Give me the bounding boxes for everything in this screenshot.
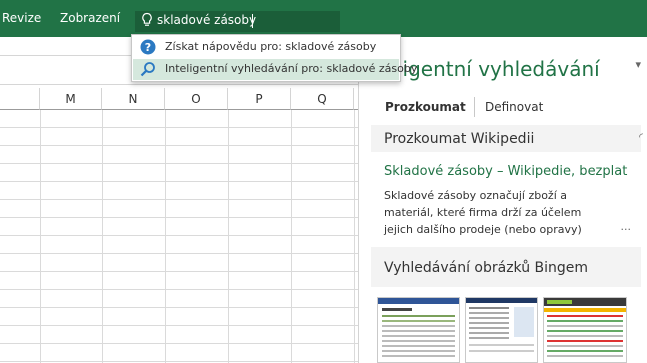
column-header-o[interactable]: O (165, 88, 228, 110)
column-header-m[interactable]: M (40, 88, 102, 110)
grid-line (354, 110, 355, 363)
grid-row[interactable] (0, 110, 358, 128)
help-question-icon: ? (140, 39, 156, 55)
menu-item-smart-lookup[interactable]: Inteligentní vyhledávání pro: skladové z… (133, 59, 417, 80)
grid-row[interactable] (0, 164, 358, 182)
spreadsheet-thumbnail-icon (466, 298, 537, 352)
more-button[interactable]: ... (621, 220, 632, 233)
snippet-line: Skladové zásoby označují zboží a (384, 189, 567, 202)
menu-item-get-help[interactable]: ? Získat nápovědu pro: skladové zásoby (133, 37, 399, 58)
tab-definovat[interactable]: Definovat (485, 100, 543, 114)
column-header-n[interactable]: N (102, 88, 165, 110)
grid-line (102, 110, 103, 363)
column-header-blank (0, 88, 40, 110)
worksheet-grid[interactable]: M N O P Q (0, 88, 358, 363)
grid-row[interactable] (0, 326, 358, 344)
ribbon-bar: Revize Zobrazení skladové zásoby (0, 0, 647, 37)
wiki-result-snippet: Skladové zásoby označují zboží a materiá… (384, 187, 622, 238)
menu-item-label: Získat nápovědu pro: skladové zásoby (165, 40, 377, 53)
grid-row[interactable] (0, 272, 358, 290)
smart-lookup-icon (140, 62, 155, 77)
tell-me-dropdown: ? Získat nápovědu pro: skladové zásoby I… (131, 34, 417, 82)
grid-row[interactable] (0, 128, 358, 146)
grid-row[interactable] (0, 254, 358, 272)
chevron-down-icon[interactable]: ▾ (635, 58, 641, 71)
column-header-p[interactable]: P (228, 88, 291, 110)
text-cursor (252, 14, 253, 28)
snippet-line: materiál, které firma drží za účelem (384, 206, 582, 219)
grid-row[interactable] (0, 308, 358, 326)
smart-lookup-pane: ligentní vyhledávání ▾ Prozkoumat Defino… (358, 37, 647, 363)
image-thumbnail[interactable] (377, 297, 460, 363)
grid-line (228, 110, 229, 363)
pane-title: ligentní vyhledávání (397, 57, 600, 81)
lightbulb-icon (142, 12, 152, 26)
grid-line (165, 110, 166, 363)
wiki-result-card[interactable]: Skladové zásoby – Wikipedie, bezplat Skl… (371, 152, 641, 247)
tab-zobrazeni[interactable]: Zobrazení (60, 11, 120, 25)
tab-revize[interactable]: Revize (2, 11, 41, 25)
wiki-result-title[interactable]: Skladové zásoby – Wikipedie, bezplat (384, 164, 627, 179)
grid-row[interactable] (0, 290, 358, 308)
grid-row[interactable] (0, 200, 358, 218)
scroll-up-icon[interactable]: ◜ (639, 132, 647, 143)
wiki-section-title: Prozkoumat Wikipedii (384, 131, 535, 147)
grid-row[interactable] (0, 218, 358, 236)
spreadsheet-thumbnail-icon (544, 298, 626, 357)
grid-line (40, 110, 41, 363)
image-thumbnail[interactable] (465, 297, 538, 363)
tell-me-input[interactable]: skladové zásoby (157, 13, 256, 27)
images-section-title: Vyhledávání obrázků Bingem (384, 260, 589, 276)
grid-row[interactable] (0, 344, 358, 362)
menu-item-label: Inteligentní vyhledávání pro: skladové z… (165, 62, 418, 75)
grid-line (291, 110, 292, 363)
image-thumbnail[interactable] (543, 297, 627, 363)
snippet-line: jejich dalšího prodeje (nebo opravy) (384, 223, 582, 236)
svg-text:?: ? (145, 41, 151, 54)
image-results (371, 287, 641, 363)
grid-row[interactable] (0, 236, 358, 254)
grid-row[interactable] (0, 146, 358, 164)
spreadsheet-thumbnail-icon (378, 298, 459, 357)
column-header-q[interactable]: Q (291, 88, 354, 110)
tab-divider (474, 97, 475, 117)
tell-me-box[interactable]: skladové zásoby (135, 11, 340, 32)
tab-prozkoumat[interactable]: Prozkoumat (385, 100, 466, 114)
grid-row[interactable] (0, 182, 358, 200)
